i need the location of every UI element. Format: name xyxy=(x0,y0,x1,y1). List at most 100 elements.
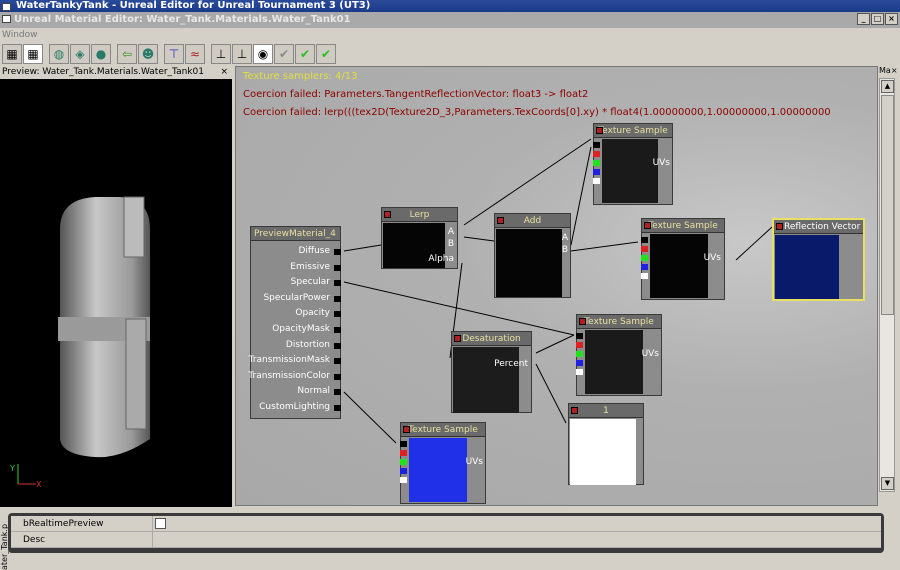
node-title: 1 xyxy=(603,406,609,416)
home-icon[interactable]: ▦ xyxy=(2,44,22,64)
material-graph-canvas[interactable]: Texture samplers: 4/13 Coercion failed: … xyxy=(235,66,878,506)
channel-output[interactable] xyxy=(576,333,583,339)
channel-output[interactable] xyxy=(641,273,648,279)
channel-output[interactable] xyxy=(400,459,407,465)
node-alt-icon[interactable]: ⊥ xyxy=(232,44,252,64)
cylinder-icon[interactable]: ◍ xyxy=(49,44,69,64)
cube-icon[interactable]: ◈ xyxy=(70,44,90,64)
node-preview xyxy=(496,229,562,297)
node-header: Lerp xyxy=(382,208,457,222)
brealtimepreview-checkbox[interactable] xyxy=(155,518,166,529)
texture-sample-node[interactable]: Texture Sample UVs xyxy=(641,218,725,300)
grid-icon[interactable]: ▦ xyxy=(23,44,43,64)
channel-output[interactable] xyxy=(576,351,583,357)
scroll-up-icon[interactable]: ▲ xyxy=(881,80,894,93)
reflection-vector-node[interactable]: Reflection Vector xyxy=(772,218,865,301)
property-row: bRealtimePreview xyxy=(11,516,881,532)
input-socket[interactable] xyxy=(334,405,341,411)
node-preview xyxy=(650,234,708,298)
node-header: Texture Sample xyxy=(577,315,661,329)
vertical-scrollbar[interactable]: ▲ ▼ xyxy=(879,78,895,492)
channel-output[interactable] xyxy=(400,450,407,456)
input-socket[interactable] xyxy=(334,327,341,333)
node-title: Texture Sample xyxy=(598,126,668,136)
node-title: Lerp xyxy=(409,210,430,220)
input-socket[interactable] xyxy=(334,295,341,302)
back-arrow-icon[interactable]: ⇦ xyxy=(117,44,137,64)
channel-output[interactable] xyxy=(400,477,407,483)
axis-x-label: X xyxy=(36,480,42,489)
eye-icon[interactable]: ◉ xyxy=(253,44,273,64)
material-input-normal: Normal xyxy=(297,386,330,397)
channel-output[interactable] xyxy=(576,342,583,348)
channel-output[interactable] xyxy=(576,360,583,366)
input-socket[interactable] xyxy=(334,249,341,255)
curve-icon[interactable]: ≈ xyxy=(185,44,205,64)
channel-output[interactable] xyxy=(641,264,648,270)
close-button[interactable]: × xyxy=(885,13,898,25)
node-title: Texture Sample xyxy=(408,425,478,435)
app-title: WaterTankyTank - Unreal Editor for Unrea… xyxy=(16,0,371,11)
constant-node[interactable]: 1 xyxy=(568,403,644,485)
material-input-diffuse: Diffuse xyxy=(298,246,330,256)
input-socket[interactable] xyxy=(334,373,341,380)
node-header: Texture Sample xyxy=(642,219,724,233)
sphere-icon[interactable]: ● xyxy=(91,44,111,64)
pin-top-icon[interactable]: ⊤ xyxy=(164,44,184,64)
texture-sample-node[interactable]: Texture Sample UVs xyxy=(400,422,486,504)
lerp-node[interactable]: Lerp A B Alpha xyxy=(381,207,458,269)
material-input-emissive: Emissive xyxy=(290,261,330,272)
editor-title: Unreal Material Editor: Water_Tank.Mater… xyxy=(14,14,351,25)
channel-output[interactable] xyxy=(400,441,407,447)
channel-output[interactable] xyxy=(400,468,407,474)
channel-output[interactable] xyxy=(641,255,648,261)
port-uvs: UVs xyxy=(641,349,659,359)
check-green-icon[interactable]: ✔ xyxy=(295,44,315,64)
input-socket[interactable] xyxy=(334,280,341,287)
node-header: Add xyxy=(495,214,570,228)
node-title: Desaturation xyxy=(462,334,521,344)
preview-title: Preview: Water_Tank.Materials.Water_Tank… xyxy=(2,67,204,77)
input-socket[interactable] xyxy=(334,342,341,349)
port-alpha: Alpha xyxy=(428,254,454,264)
wire xyxy=(735,226,773,261)
input-socket[interactable] xyxy=(334,264,341,271)
texture-sample-node[interactable]: Texture Sample UVs xyxy=(576,314,662,396)
maximize-button[interactable]: □ xyxy=(871,13,884,25)
editor-title-bar: Unreal Material Editor: Water_Tank.Mater… xyxy=(0,12,900,28)
desaturation-node[interactable]: Desaturation Percent xyxy=(451,331,532,413)
channel-output[interactable] xyxy=(593,178,600,184)
node-header: Reflection Vector xyxy=(774,220,863,234)
channel-output[interactable] xyxy=(641,237,648,243)
node-preview xyxy=(453,347,519,413)
panel-close-icon[interactable]: × xyxy=(891,66,898,75)
preview-material-node[interactable]: PreviewMaterial_4 Diffuse Emissive Specula… xyxy=(248,226,341,419)
channel-output[interactable] xyxy=(593,169,600,175)
input-socket[interactable] xyxy=(334,389,341,396)
add-node[interactable]: Add A B xyxy=(494,213,571,298)
minimize-button[interactable]: _ xyxy=(857,13,870,25)
node-icon[interactable]: ⊥ xyxy=(211,44,231,64)
desc-field[interactable] xyxy=(153,532,881,547)
wire xyxy=(343,391,397,444)
texture-sample-node[interactable]: Texture Sample UVs xyxy=(593,123,673,205)
scroll-down-icon[interactable]: ▼ xyxy=(881,477,894,490)
skull-icon[interactable]: ☻ xyxy=(138,44,158,64)
properties-side-tab[interactable]: ater_Tank.p xyxy=(0,512,9,570)
scroll-thumb[interactable] xyxy=(881,95,894,315)
input-socket[interactable] xyxy=(334,311,341,318)
channel-output[interactable] xyxy=(641,246,648,252)
property-name: bRealtimePreview xyxy=(11,516,153,531)
preview-viewport[interactable]: Y X xyxy=(0,79,232,507)
input-socket[interactable] xyxy=(334,358,341,365)
check-gray-icon[interactable]: ✔ xyxy=(274,44,294,64)
channel-output[interactable] xyxy=(593,151,600,157)
preview-close-icon[interactable]: × xyxy=(220,66,228,79)
check-green-icon-2[interactable]: ✔ xyxy=(316,44,336,64)
channel-output[interactable] xyxy=(593,142,600,148)
menu-window[interactable]: Window xyxy=(2,30,38,40)
channel-output[interactable] xyxy=(593,160,600,166)
channel-output[interactable] xyxy=(576,369,583,375)
material-input-specularpower: SpecularPower xyxy=(263,292,330,303)
toolbar: ▦ ▦ ◍ ◈ ● ⇦ ☻ ⊤ ≈ ⊥ ⊥ ◉ ✔ ✔ ✔ xyxy=(0,42,900,66)
